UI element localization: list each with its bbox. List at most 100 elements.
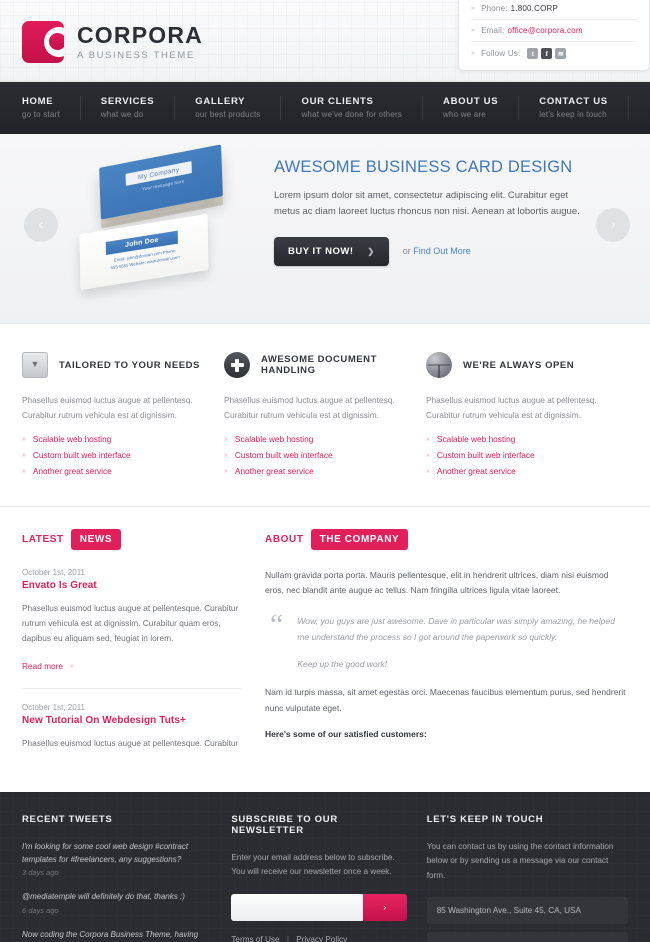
feature-link[interactable]: » Custom built web interface	[224, 450, 414, 460]
nav-label: HOME	[22, 96, 54, 108]
slider-next-button[interactable]: ›	[596, 208, 630, 242]
follow-label: Follow Us:	[481, 49, 521, 58]
section-pre-label: LATEST	[22, 534, 64, 546]
feature-link[interactable]: » Scalable web hosting	[22, 434, 212, 444]
feature-link-label: Scalable web hosting	[32, 434, 112, 445]
site-header: CORPORA A BUSINESS THEME » Phone: 1.800.…	[0, 0, 650, 82]
rss-icon[interactable]: ≋	[555, 48, 567, 59]
feature-column-tailored: TAILORED TO YOUR NEEDS Phasellus euismod…	[22, 352, 224, 482]
footer-address: 85 Washington Ave., Suite 45, CA, USA	[426, 897, 628, 925]
chevron-right-icon: »	[22, 467, 26, 475]
feature-column-always-open: WE'RE ALWAYS OPEN Phasellus euismod luct…	[426, 352, 628, 482]
nav-item-contact-us[interactable]: CONTACT US let's keep in touch	[539, 96, 629, 120]
hero-description: Lorem ipsum dolor sit amet, consectetur …	[274, 190, 580, 218]
tweet-text: I'm looking for some cool web design #co…	[22, 842, 189, 865]
feature-link-label: Scalable web hosting	[436, 434, 516, 445]
page-root: CORPORA A BUSINESS THEME » Phone: 1.800.…	[0, 0, 650, 942]
read-more-link[interactable]: Read more »	[22, 661, 74, 671]
testimonial-text-1: Wow, you guys are just awesome. Dave in …	[297, 616, 615, 642]
feature-link-label: Custom built web interface	[436, 450, 535, 461]
chevron-right-icon: »	[426, 435, 430, 443]
nav-item-our-clients[interactable]: OUR CLIENTS what we've done for others	[301, 96, 424, 120]
feature-link-label: Custom built web interface	[32, 450, 131, 461]
keep-in-touch-column: LET'S KEEP IN TOUCH You can contact us b…	[426, 814, 628, 942]
latest-news-heading: LATEST NEWS	[22, 529, 241, 551]
keep-in-touch-text: You can contact us by using the contact …	[426, 842, 614, 880]
chevron-right-icon: »	[426, 467, 430, 475]
recent-tweets-column: RECENT TWEETS I'm looking for some cool …	[22, 814, 231, 942]
newsletter-form: ›	[231, 893, 407, 921]
news-title-link[interactable]: New Tutorial On Webdesign Tuts+	[22, 715, 241, 726]
nav-item-services[interactable]: SERVICES what we do	[100, 96, 176, 120]
feature-header: WE'RE ALWAYS OPEN	[426, 352, 616, 378]
feature-link-label: Custom built web interface	[234, 450, 333, 461]
header-contact-box: » Phone: 1.800.CORP » Email: office@corp…	[458, 0, 650, 71]
news-excerpt: Phasellus euismod luctus augue at pellen…	[22, 603, 239, 643]
email-value-link[interactable]: office@corpora.com	[508, 26, 583, 35]
testimonial-quote: “ Wow, you guys are just awesome. Dave i…	[265, 610, 626, 672]
feature-text: Phasellus euismod luctus augue at pellen…	[224, 395, 395, 420]
nav-label: GALLERY	[195, 96, 246, 108]
feature-link[interactable]: » Custom built web interface	[426, 450, 616, 460]
footer-legal-links: Terms of Use | Privacy Policy	[231, 935, 406, 942]
feature-link[interactable]: » Another great service	[426, 466, 616, 476]
feature-link[interactable]: » Another great service	[22, 466, 212, 476]
business-card-image: My Company Your message here John Doe Em…	[60, 144, 260, 292]
logo[interactable]: CORPORA A BUSINESS THEME	[22, 21, 203, 63]
chevron-right-icon: »	[471, 50, 476, 57]
newsletter-email-input[interactable]	[231, 893, 363, 921]
site-footer: RECENT TWEETS I'm looking for some cool …	[0, 792, 650, 942]
chevron-right-icon: »	[224, 467, 228, 475]
feature-column-document: AWESOME DOCUMENT HANDLING Phasellus euis…	[224, 352, 426, 482]
tweet-timestamp: 6 days ago	[22, 905, 59, 915]
hero-alt-link-wrap: or Find Out More	[403, 246, 471, 256]
find-out-more-link[interactable]: Find Out More	[413, 246, 471, 256]
facebook-icon[interactable]: f	[541, 48, 553, 59]
buy-it-now-button[interactable]: BUY IT NOW! ❯	[274, 236, 389, 266]
about-paragraph-2: Nam id turpis massa, sit amet egestas or…	[265, 687, 626, 713]
nav-item-home[interactable]: HOME go to start	[22, 96, 81, 120]
buy-button-label: BUY IT NOW!	[288, 245, 354, 257]
nav-item-about-us[interactable]: ABOUT US who we are	[443, 96, 520, 120]
tweet-text: @mediatemple will definitely do that, th…	[22, 892, 185, 902]
tweet-item: @mediatemple will definitely do that, th…	[22, 890, 211, 914]
terms-of-use-link[interactable]: Terms of Use	[231, 935, 279, 942]
customers-heading: Here's some of our satisfied customers:	[265, 728, 427, 739]
newsletter-column: SUBSCRIBE TO OUR NEWSLETTER Enter your e…	[231, 814, 426, 942]
feature-title: WE'RE ALWAYS OPEN	[463, 359, 575, 371]
newsletter-submit-button[interactable]: ›	[362, 893, 407, 921]
about-heading: ABOUT THE COMPANY	[265, 529, 626, 551]
header-social-links: t f ≋	[527, 48, 567, 59]
feature-link[interactable]: » Scalable web hosting	[224, 434, 414, 444]
phone-label: Phone:	[481, 4, 508, 13]
logo-title: CORPORA	[77, 21, 203, 48]
feature-title: TAILORED TO YOUR NEEDS	[59, 359, 200, 371]
contact-phone-row: » Phone: 1.800.CORP	[471, 0, 637, 20]
chevron-right-icon: »	[22, 435, 26, 443]
recent-tweets-title: RECENT TWEETS	[22, 814, 113, 826]
hero-slider: My Company Your message here John Doe Em…	[0, 134, 650, 324]
chevron-right-icon: ❯	[367, 246, 375, 256]
twitter-icon[interactable]: t	[527, 48, 539, 59]
logo-mark-icon	[22, 21, 64, 63]
nav-label: SERVICES	[100, 96, 155, 108]
section-tag-label: NEWS	[70, 529, 122, 551]
feature-header: TAILORED TO YOUR NEEDS	[22, 352, 212, 378]
read-more-label: Read more	[22, 661, 64, 672]
feature-link[interactable]: » Scalable web hosting	[426, 434, 616, 444]
feature-text: Phasellus euismod luctus augue at pellen…	[22, 395, 193, 420]
tweet-text: Now coding the Corpora Business Theme, h…	[22, 929, 199, 939]
privacy-policy-link[interactable]: Privacy Policy	[296, 935, 347, 942]
testimonial-text-2: Keep up the good work!	[297, 658, 388, 669]
footer-phone: Phone: 1.800.CORP (1.800.2577)	[426, 932, 628, 942]
or-label: or	[402, 246, 411, 257]
news-title-link[interactable]: Envato Is Great	[22, 580, 241, 591]
feature-link[interactable]: » Another great service	[224, 466, 414, 476]
feature-link[interactable]: » Custom built web interface	[22, 450, 212, 460]
logo-tagline: A BUSINESS THEME	[77, 50, 195, 62]
hero-cta-row: BUY IT NOW! ❯ or Find Out More	[274, 236, 584, 266]
nav-sublabel: our best products	[195, 109, 261, 119]
slider-prev-button[interactable]: ‹	[24, 208, 58, 242]
nav-item-gallery[interactable]: GALLERY our best products	[195, 96, 282, 120]
latest-news-column: LATEST NEWS October 1st, 2011 Envato Is …	[22, 529, 265, 776]
